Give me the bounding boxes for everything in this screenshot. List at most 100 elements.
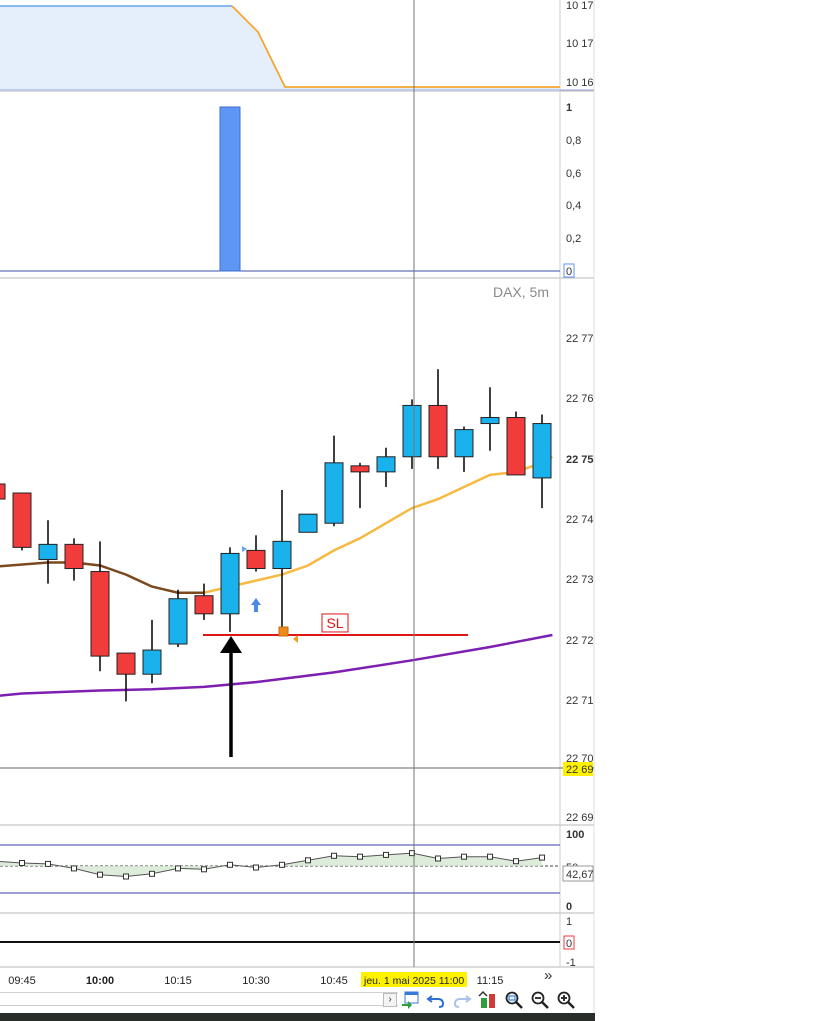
candle-body [480, 417, 500, 425]
zoom-in-icon[interactable] [556, 990, 576, 1010]
order-triangle-icon [242, 546, 247, 552]
oscillator-point [331, 852, 337, 859]
histogram-tick-label: 0,4 [566, 200, 581, 212]
candle-body [142, 649, 162, 675]
top-indicator-panel: 10 17 10 17 10 16 [0, 0, 594, 91]
candle-body [246, 549, 266, 570]
bottom-tick-label: -1 [566, 957, 576, 969]
oscillator-point [487, 853, 493, 860]
candle-body [324, 462, 344, 524]
candle-body [532, 423, 552, 479]
layout-arrows-icon[interactable] [478, 990, 498, 1010]
redo-icon[interactable] [452, 990, 472, 1010]
bottom-tick-label: 0 [566, 938, 572, 950]
instrument-label: DAX, 5m [493, 284, 549, 300]
time-tick-label: 10:00 [86, 975, 114, 987]
oscillator-tick-label: 0 [566, 901, 572, 913]
candle-body [428, 404, 448, 458]
oscillator-point [123, 873, 129, 880]
top-tick-label: 10 17 [566, 38, 594, 50]
candle [428, 369, 448, 469]
horizontal-scrollbar[interactable]: › [0, 992, 398, 1007]
candle [350, 462, 370, 509]
candle [532, 414, 552, 509]
candle-body [272, 540, 292, 570]
entry-arrow-head [220, 636, 242, 653]
time-axis-more-button[interactable]: » [544, 968, 552, 984]
moving-average-slow [0, 633, 553, 697]
oscillator-point [97, 871, 103, 878]
candle [38, 520, 58, 584]
histogram-tick-label: 0,2 [566, 233, 581, 245]
candle-body [220, 552, 240, 615]
trading-chart[interactable]: 10 17 10 17 10 16 1 0,8 0,6 0,4 0,2 0 DA… [0, 0, 813, 1021]
price-tick-label: 22 69 [566, 812, 594, 824]
candle [506, 411, 526, 476]
candle [116, 652, 136, 702]
zoom-out-icon[interactable] [530, 990, 550, 1010]
candle [246, 535, 266, 572]
undo-icon[interactable] [426, 990, 446, 1010]
order-marker-icon [278, 626, 289, 637]
scroll-right-arrow[interactable]: › [383, 993, 397, 1007]
oscillator-point [253, 864, 259, 871]
oscillator-point [383, 851, 389, 858]
candle-body [116, 652, 136, 675]
stop-loss-label: SL [326, 615, 343, 631]
oscillator-point [513, 858, 519, 865]
oscillator-point [19, 860, 25, 867]
candle-body [376, 456, 396, 473]
candle-body [454, 429, 474, 458]
oscillator-point [435, 855, 441, 862]
oscillator-point [149, 870, 155, 877]
histogram-panel: 1 0,8 0,6 0,4 0,2 0 [0, 102, 581, 278]
candle-body [350, 465, 370, 473]
candle [64, 538, 84, 581]
oscillator-value-label: 42,67 [566, 869, 594, 881]
oscillator-panel: 100 50 42,67 0 [0, 829, 594, 913]
top-tick-label: 10 17 [566, 0, 594, 12]
order-triangle-icon [293, 635, 298, 643]
crosshair-date-label: jeu. 1 mai 2025 11:00 [363, 975, 464, 987]
price-panel[interactable]: DAX, 5m SL 22 77 22 76 22 75 22 74 22 73 22 7… [0, 284, 594, 824]
candle-body [506, 417, 526, 476]
candle-body [0, 483, 6, 500]
histogram-bar [219, 106, 241, 272]
time-tick-label: 10:45 [320, 975, 348, 987]
time-tick-label: 09:45 [8, 975, 36, 987]
bottom-indicator-panel: 1 0 -1 [0, 916, 576, 969]
price-tick-label: 22 69 [566, 764, 594, 776]
price-tick-label: 22 71 [566, 695, 594, 707]
buy-signal-icon [251, 598, 261, 612]
candle [402, 399, 422, 469]
oscillator-point [71, 865, 77, 872]
candle [12, 492, 32, 551]
oscillator-point [201, 866, 207, 873]
price-tick-label: 22 77 [566, 333, 594, 345]
candle [168, 589, 188, 648]
time-tick-label: 10:30 [242, 975, 270, 987]
oscillator-point [539, 854, 545, 861]
candle-body [12, 492, 32, 548]
sync-calendar-icon[interactable] [400, 990, 420, 1010]
candle [272, 490, 292, 635]
histogram-tick-label: 0 [566, 266, 572, 278]
oscillator-point [227, 861, 233, 868]
oscillator-point [357, 853, 363, 860]
histogram-tick-label: 1 [566, 102, 572, 114]
bottom-tick-label: 1 [566, 916, 572, 928]
candle-body [90, 571, 110, 657]
top-tick-label: 10 16 [566, 77, 594, 89]
candle [0, 483, 6, 500]
candle [376, 447, 396, 487]
candle [142, 619, 162, 684]
price-tick-label: 22 74 [566, 514, 594, 526]
candle-body [38, 543, 58, 560]
candle [194, 583, 214, 620]
status-strip [0, 1013, 595, 1021]
zoom-fit-icon[interactable] [504, 990, 524, 1010]
candle-body [402, 404, 422, 458]
oscillator-point [45, 860, 51, 867]
oscillator-tick-label: 100 [566, 829, 584, 841]
candle-body [194, 595, 214, 615]
